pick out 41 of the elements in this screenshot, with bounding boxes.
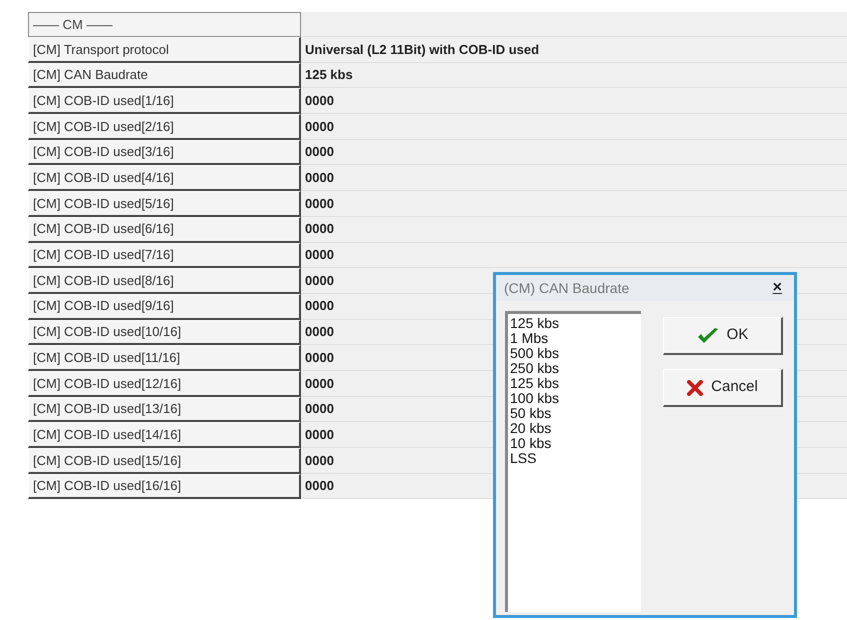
- property-name[interactable]: [CM] CAN Baudrate: [28, 62, 301, 88]
- list-item[interactable]: 1 Mbs: [510, 331, 641, 346]
- section-header: —— CM ——: [28, 12, 301, 37]
- property-name[interactable]: [CM] COB-ID used[7/16]: [28, 242, 301, 268]
- property-value: 0000: [301, 216, 847, 242]
- list-item[interactable]: 20 kbs: [510, 421, 641, 436]
- checkmark-icon: [696, 326, 719, 344]
- cancel-button[interactable]: Cancel: [663, 369, 783, 407]
- property-name[interactable]: [CM] COB-ID used[1/16]: [28, 88, 301, 114]
- property-name[interactable]: [CM] COB-ID used[9/16]: [28, 294, 301, 320]
- property-value: 0000: [301, 140, 847, 166]
- property-name[interactable]: [CM] COB-ID used[16/16]: [28, 474, 301, 500]
- cross-icon: [687, 380, 704, 396]
- property-name[interactable]: [CM] COB-ID used[10/16]: [28, 320, 301, 346]
- property-value: 0000: [301, 165, 847, 192]
- property-name[interactable]: [CM] COB-ID used[6/16]: [28, 216, 301, 242]
- property-value: 0000: [301, 191, 847, 217]
- list-item[interactable]: 50 kbs: [510, 406, 641, 421]
- property-name[interactable]: [CM] COB-ID used[13/16]: [28, 396, 301, 422]
- ok-button[interactable]: OK: [663, 317, 783, 355]
- close-button[interactable]: ×: [768, 280, 786, 296]
- property-name[interactable]: [CM] Transport protocol: [28, 37, 301, 63]
- property-name[interactable]: [CM] COB-ID used[11/16]: [28, 345, 301, 371]
- property-name[interactable]: [CM] COB-ID used[8/16]: [28, 268, 301, 294]
- property-value: 0000: [301, 88, 847, 114]
- property-value: 0000: [301, 242, 847, 268]
- property-name[interactable]: [CM] COB-ID used[2/16]: [28, 114, 301, 140]
- property-name[interactable]: [CM] COB-ID used[14/16]: [28, 422, 301, 448]
- list-item[interactable]: 125 kbs: [510, 376, 641, 391]
- property-name[interactable]: [CM] COB-ID used[12/16]: [28, 370, 301, 397]
- property-name[interactable]: [CM] COB-ID used[4/16]: [28, 165, 301, 192]
- property-name[interactable]: [CM] COB-ID used[3/16]: [28, 140, 301, 166]
- list-item[interactable]: LSS: [510, 451, 641, 466]
- list-item[interactable]: 10 kbs: [510, 436, 641, 451]
- property-name[interactable]: [CM] COB-ID used[5/16]: [28, 191, 301, 217]
- property-value: Universal (L2 11Bit) with COB-ID used: [301, 37, 847, 63]
- baudrate-list[interactable]: 125 kbs 1 Mbs 500 kbs 250 kbs 125 kbs 100 kbs 50 kbs 20 kbs 10 kbs LSS: [505, 311, 641, 612]
- list-item[interactable]: 500 kbs: [510, 346, 641, 361]
- property-name[interactable]: [CM] COB-ID used[15/16]: [28, 448, 301, 474]
- property-value: 0000: [301, 114, 847, 140]
- property-value: 125 kbs: [301, 62, 847, 88]
